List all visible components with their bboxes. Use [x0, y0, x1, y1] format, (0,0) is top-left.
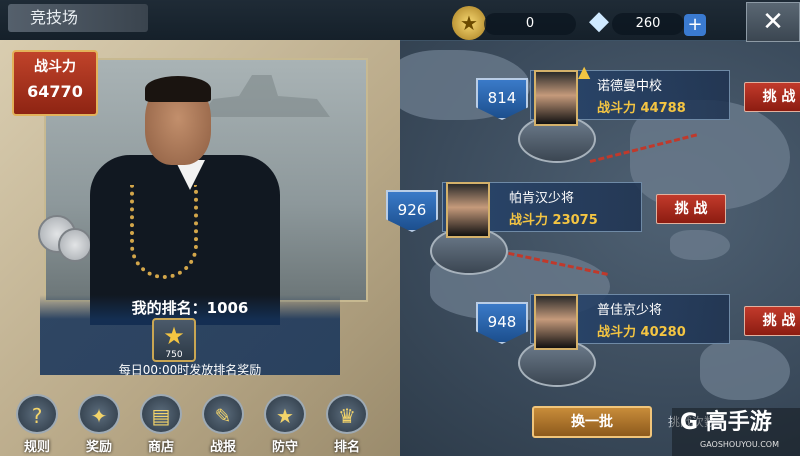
- challenge-button[interactable]: 挑 战: [744, 82, 800, 112]
- coin-icon: [58, 228, 92, 262]
- refresh-opponents-button[interactable]: 换一批: [532, 406, 652, 438]
- menu-label: 奖励: [85, 440, 112, 455]
- rank-badge[interactable]: ★ 750: [152, 318, 196, 362]
- player-power-badge: 战斗力 64770: [12, 50, 98, 116]
- menu-label: 排名: [333, 440, 360, 455]
- opponent-avatar: [534, 70, 578, 126]
- menu-rules[interactable]: ? 规则: [12, 394, 62, 455]
- add-diamonds-button[interactable]: +: [684, 14, 706, 36]
- rank-badge-number: 750: [165, 350, 183, 360]
- diamond-count: 260: [612, 13, 684, 35]
- power-label: 战斗力: [34, 59, 76, 75]
- medal-icon: ★: [452, 6, 486, 40]
- opponent-name: 诺德曼中校: [597, 79, 663, 94]
- opponent-name: 普佳京少将: [597, 303, 663, 318]
- medal-count: 0: [484, 13, 576, 35]
- menu-label: 商店: [147, 440, 174, 455]
- star-icon: ★: [163, 322, 185, 350]
- gold-bars-icon: ▤: [140, 394, 182, 434]
- power-value: 64770: [27, 82, 83, 101]
- opponent-power: 战斗力 44788: [597, 101, 686, 116]
- my-rank-text: 我的排名：1006: [131, 299, 249, 317]
- trophy-icon: ♛: [326, 394, 368, 434]
- question-icon: ?: [16, 394, 58, 434]
- opponent-power: 战斗力 23075: [509, 213, 598, 228]
- clipboard-icon: ✎: [202, 394, 244, 434]
- opponent-power: 战斗力 40280: [597, 325, 686, 340]
- treasure-chest-icon: ✦: [78, 394, 120, 434]
- opponent-avatar: [534, 294, 578, 350]
- menu-label: 战报: [209, 440, 236, 455]
- officer-hair: [145, 76, 211, 102]
- arrow-up-icon: ▲: [578, 62, 591, 81]
- shield-icon: ★: [264, 394, 306, 434]
- page-title: 竞技场: [8, 4, 148, 32]
- reward-note: 每日00:00时发放排名奖励: [118, 363, 262, 377]
- opponent-avatar: [446, 182, 490, 238]
- challenge-button[interactable]: 挑 战: [656, 194, 726, 224]
- challenge-button[interactable]: 挑 战: [744, 306, 800, 336]
- menu-defense[interactable]: ★ 防守: [260, 394, 310, 455]
- close-button[interactable]: ✕: [746, 2, 800, 42]
- menu-label: 规则: [23, 440, 50, 455]
- menu-rewards[interactable]: ✦ 奖励: [74, 394, 124, 455]
- menu-label: 防守: [271, 440, 298, 455]
- diamond-icon: ◆: [589, 6, 609, 36]
- opponent-name: 帕肯汉少将: [509, 191, 575, 206]
- menu-shop[interactable]: ▤ 商店: [136, 394, 186, 455]
- menu-ranking[interactable]: ♛ 排名: [322, 394, 372, 455]
- menu-battle-report[interactable]: ✎ 战报: [198, 394, 248, 455]
- watermark-url: GAOSHOUYOU.COM: [700, 440, 780, 449]
- aiguillette-decoration: [130, 185, 198, 279]
